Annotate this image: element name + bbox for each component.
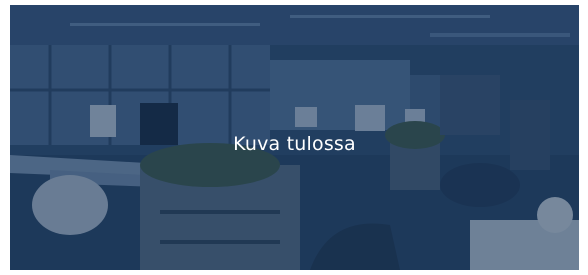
image-placeholder: Kuva tulossa xyxy=(10,5,579,270)
placeholder-caption: Kuva tulossa xyxy=(233,133,356,155)
